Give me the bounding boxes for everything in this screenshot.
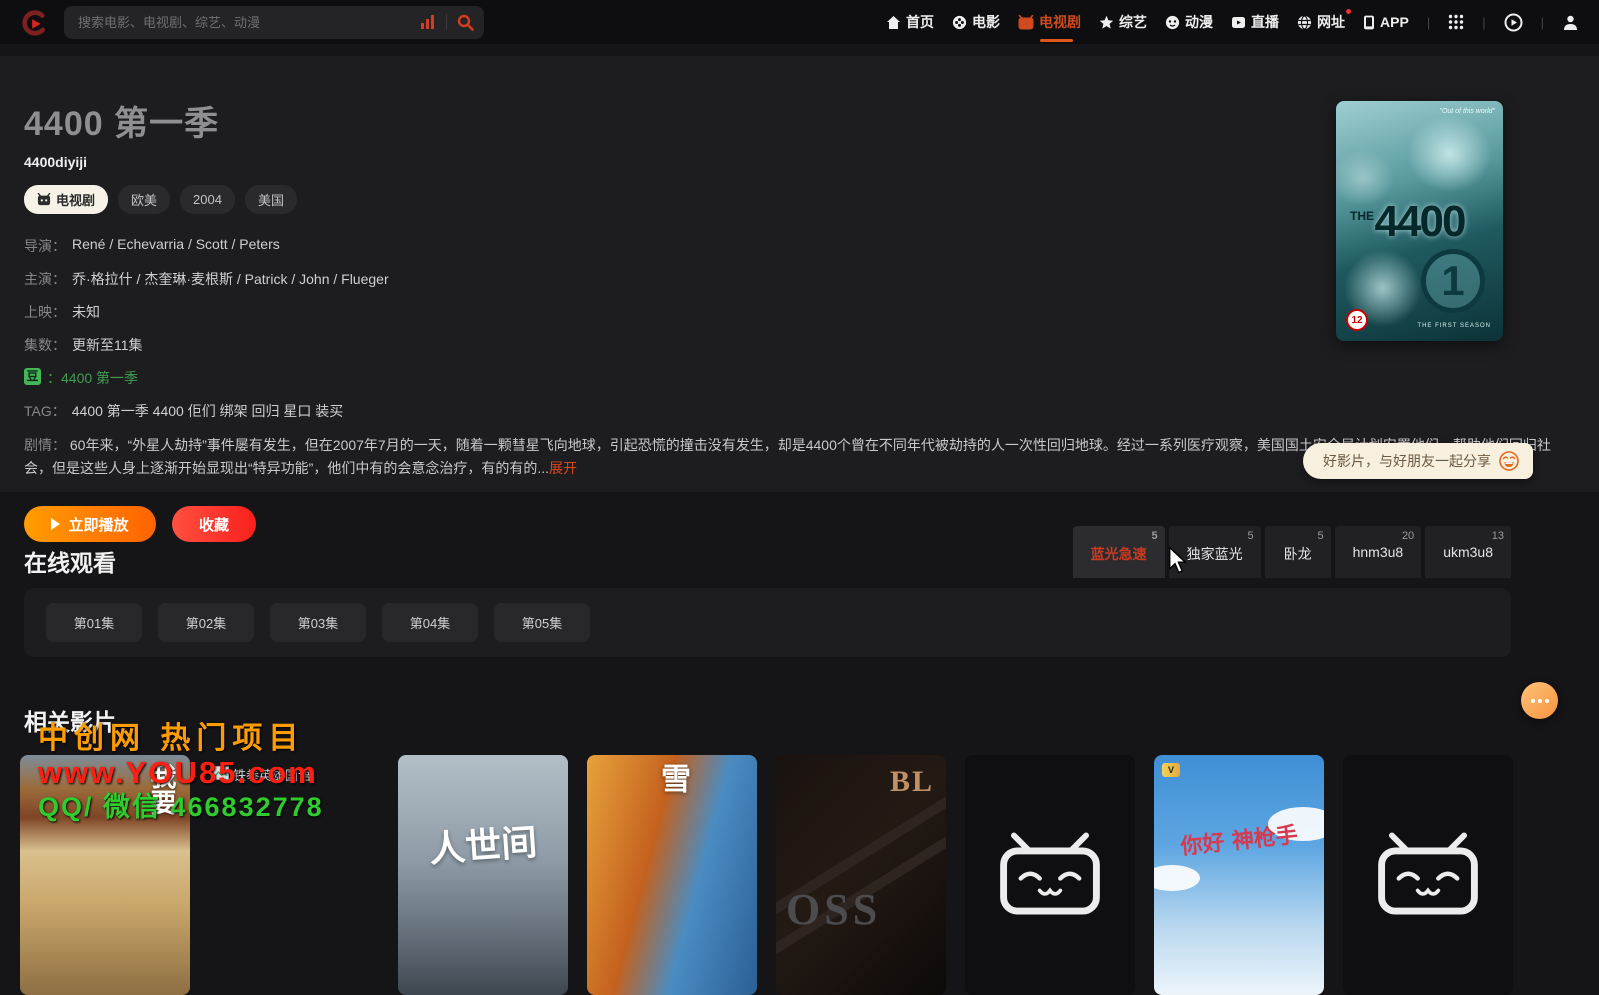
douban-row: 豆 ：4400 第一季 (24, 368, 1575, 388)
series-poster[interactable]: "Out of this world" THE 4400 1 THE FIRST… (1336, 101, 1503, 341)
nav-item-home[interactable]: 首页 (886, 12, 934, 32)
source-tab-lgjs[interactable]: 5 蓝光急速 (1073, 526, 1165, 578)
star-icon (1099, 15, 1114, 30)
source-tab-wolong[interactable]: 5 卧龙 (1265, 526, 1331, 578)
share-tooltip: 好影片，与好朋友一起分享 (1303, 443, 1533, 479)
site-logo-play-icon[interactable] (20, 7, 50, 37)
top-header: 首页 电影 电视剧 综艺 动漫 直播 网址 APP (0, 0, 1599, 44)
nav-item-anime[interactable]: 动漫 (1165, 12, 1213, 32)
poster-quote: "Out of this world" (1439, 108, 1495, 115)
user-icon[interactable] (1562, 14, 1579, 31)
country-pill[interactable]: 美国 (245, 185, 297, 214)
tv-icon (37, 193, 51, 206)
related-posters: 我要 铁拳英雄国语 人世间 雪 BL OSS V 你好 神枪手 (20, 755, 1511, 995)
episode-button-3[interactable]: 第03集 (270, 603, 366, 642)
platform-badge: V (1162, 763, 1180, 777)
globe-icon (1297, 15, 1312, 30)
play-circle-icon[interactable] (1504, 13, 1523, 32)
watch-online-title: 在线观看 (24, 544, 116, 578)
related-poster-4[interactable]: 雪 (587, 755, 757, 995)
poster-season-text: THE FIRST SEASON (1417, 323, 1491, 329)
related-poster-3[interactable]: 人世间 (398, 755, 568, 995)
play-icon (51, 518, 60, 530)
search-box[interactable] (64, 6, 484, 39)
source-tab-ukm3u8[interactable]: 13 ukm3u8 (1425, 526, 1511, 578)
douban-link[interactable]: ：4400 第一季 (47, 368, 138, 388)
source-tabs: 5 蓝光急速 5 独家蓝光 5 卧龙 20 hnm3u8 13 ukm3u8 (1073, 526, 1511, 578)
episode-list: 第01集 第02集 第03集 第04集 第05集 (24, 588, 1511, 657)
nav-item-tv-series[interactable]: 电视剧 (1018, 12, 1081, 32)
favorite-button[interactable]: 收藏 (172, 506, 256, 542)
cloud-shape (1154, 865, 1200, 891)
anime-icon (1165, 15, 1180, 30)
related-poster-7[interactable]: V 你好 神枪手 (1154, 755, 1324, 995)
trending-icon[interactable] (420, 15, 436, 29)
nav-item-movies[interactable]: 电影 (952, 12, 1000, 32)
nav-item-app[interactable]: APP (1363, 14, 1409, 30)
laughing-emoji-icon (1499, 451, 1519, 471)
source-tab-djlg[interactable]: 5 独家蓝光 (1169, 526, 1261, 578)
douban-icon: 豆 (24, 368, 41, 385)
age-rating-badge: 12 (1346, 309, 1368, 331)
nav-item-live[interactable]: 直播 (1231, 12, 1279, 32)
header-divider: | (1482, 15, 1485, 30)
nav-item-variety[interactable]: 综艺 (1099, 12, 1147, 32)
related-title: 相关影片 (24, 703, 1575, 737)
notification-dot (1346, 9, 1351, 14)
nav-item-sites[interactable]: 网址 (1297, 12, 1345, 32)
more-dots-icon[interactable] (1521, 682, 1558, 719)
main-nav: 首页 电影 电视剧 综艺 动漫 直播 网址 APP (886, 12, 1579, 32)
expand-link[interactable]: 展开 (549, 460, 577, 476)
tv-mascot-placeholder-icon (995, 832, 1105, 918)
movie-icon (952, 15, 967, 30)
tag-keywords-row: TAG： 4400 第一季 4400 佢们 绑架 回归 星口 装买 (24, 401, 1575, 421)
episode-button-2[interactable]: 第02集 (158, 603, 254, 642)
home-icon (886, 15, 901, 30)
related-poster-2[interactable]: 铁拳英雄国语 (209, 755, 379, 995)
source-tab-hnm3u8[interactable]: 20 hnm3u8 (1335, 526, 1422, 578)
episode-button-5[interactable]: 第05集 (494, 603, 590, 642)
category-pill[interactable]: 电视剧 (24, 185, 108, 214)
related-poster-8-placeholder[interactable] (1343, 755, 1513, 995)
search-divider (446, 14, 447, 30)
poster-season-number: 1 (1421, 249, 1485, 313)
header-divider: | (1427, 15, 1430, 30)
episode-button-4[interactable]: 第04集 (382, 603, 478, 642)
live-icon (1231, 15, 1246, 30)
header-divider: | (1541, 15, 1544, 30)
series-detail-panel: 4400 第一季 4400diyiji 电视剧 欧美 2004 美国 导演： R… (0, 56, 1599, 492)
region-pill[interactable]: 欧美 (118, 185, 170, 214)
broken-image-icon (213, 766, 229, 780)
related-poster-5[interactable]: BL OSS (776, 755, 946, 995)
related-poster-6-placeholder[interactable] (965, 755, 1135, 995)
tv-icon (1018, 15, 1034, 30)
tv-mascot-placeholder-icon (1373, 832, 1483, 918)
poster-title: 4400 (1336, 197, 1503, 247)
play-now-button[interactable]: 立即播放 (24, 506, 156, 542)
related-header: 相关影片 (24, 703, 1575, 737)
apps-grid-icon[interactable] (1448, 14, 1464, 30)
search-icon[interactable] (457, 14, 474, 31)
year-pill[interactable]: 2004 (180, 185, 235, 214)
phone-icon (1363, 15, 1375, 30)
search-input[interactable] (78, 15, 410, 30)
episode-button-1[interactable]: 第01集 (46, 603, 142, 642)
related-poster-1[interactable]: 我要 (20, 755, 190, 995)
